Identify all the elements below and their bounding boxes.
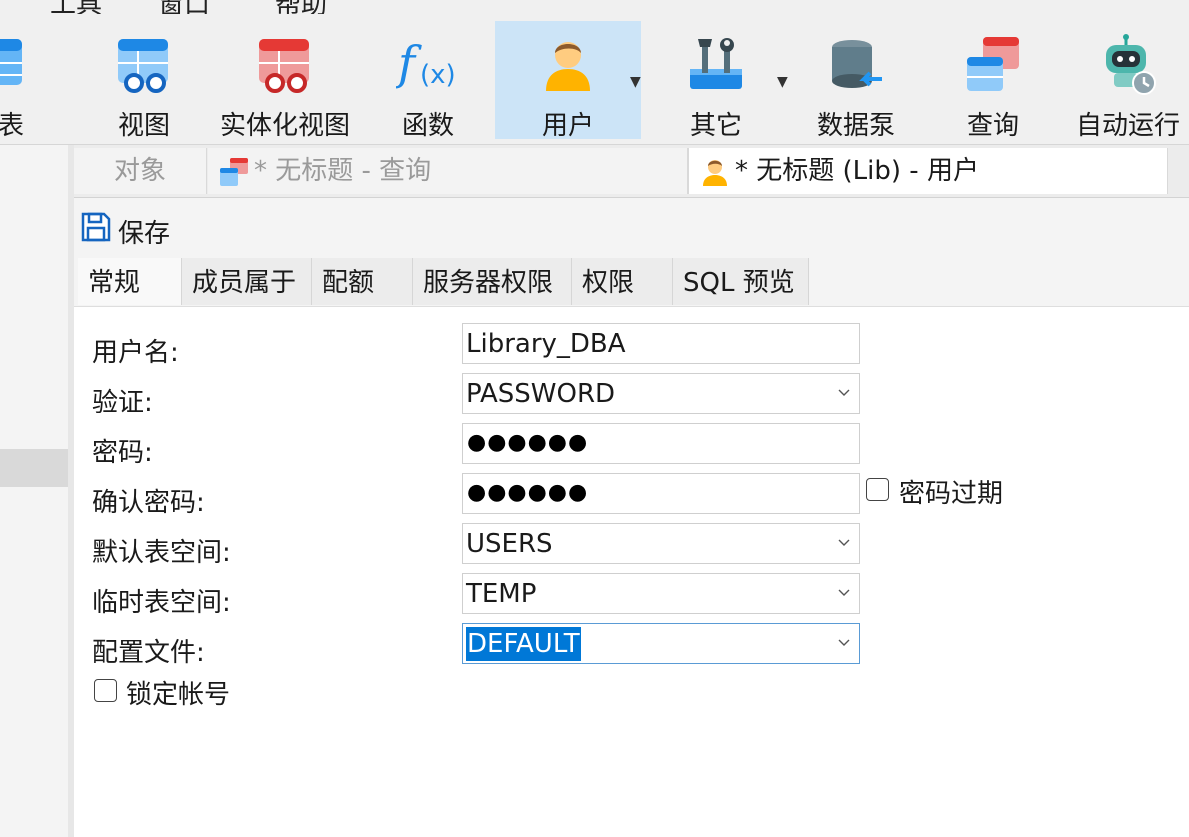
tab-privileges[interactable]: 权限 [572, 258, 673, 305]
tab-user-label: * 无标题 (Lib) - 用户 [735, 156, 979, 186]
ribbon-user-button[interactable]: 用户 [495, 21, 641, 141]
ribbon-datapump-button[interactable]: 数据泵 [806, 21, 906, 141]
query-tab-icon [220, 158, 248, 186]
auth-label: 验证: [92, 388, 153, 418]
profile-value: DEFAULT [466, 627, 581, 661]
tab-general[interactable]: 常规 [78, 258, 182, 305]
ribbon-materialized-view-button[interactable]: 实体化视图 [215, 21, 355, 141]
default-tablespace-label: 默认表空间: [92, 538, 231, 568]
temp-tablespace-label: 临时表空间: [92, 588, 231, 618]
ribbon-other-button[interactable]: 其它 [670, 21, 762, 141]
materialized-view-icon [259, 39, 309, 93]
menu-bar: 工具 窗口 帮助 [0, 0, 1189, 14]
menu-tools[interactable]: 工具 [50, 0, 102, 14]
selected-tree-item[interactable] [0, 449, 68, 487]
ribbon-view-button[interactable]: 视图 [100, 21, 188, 141]
password-label: 密码: [92, 438, 153, 468]
property-tab-bar: 常规 成员属于 配额 服务器权限 权限 SQL 预览 [74, 256, 1189, 307]
tab-server-privileges-label: 服务器权限 [423, 268, 554, 298]
auth-select[interactable]: PASSWORD [462, 373, 860, 414]
ribbon-function-label: 函数 [401, 111, 454, 141]
profile-select[interactable]: DEFAULT [462, 623, 860, 664]
default-tablespace-select[interactable]: USERS [462, 523, 860, 564]
tab-server-privileges[interactable]: 服务器权限 [413, 258, 572, 305]
tab-untitled-query[interactable]: * 无标题 - 查询 [208, 148, 688, 194]
profile-label: 配置文件: [92, 638, 205, 668]
other-dropdown-arrow[interactable]: ▼ [777, 74, 788, 90]
chevron-down-icon [838, 639, 850, 646]
svg-text:(x): (x) [420, 60, 456, 90]
password-expired-checkbox[interactable] [866, 478, 889, 501]
tools-icon [690, 38, 742, 89]
ribbon-query-label: 查询 [966, 111, 1019, 141]
query-icon [967, 37, 1019, 91]
auth-value: PASSWORD [466, 379, 616, 409]
ribbon-toolbar: 表 视图 实体化视图 f (x) 函数 用户 ▼ 其它 ▼ 数据泵 查询 自动运… [0, 14, 1189, 145]
tab-privileges-label: 权限 [582, 268, 635, 298]
ribbon-user-label: 用户 [541, 111, 594, 141]
chevron-down-icon [838, 389, 850, 396]
save-label: 保存 [118, 219, 171, 249]
ribbon-automation-label: 自动运行 [1075, 111, 1180, 141]
tab-general-label: 常规 [88, 268, 141, 298]
ribbon-materialized-view-label: 实体化视图 [219, 111, 350, 141]
default-tablespace-value: USERS [466, 529, 553, 559]
tab-objects-label: 对象 [113, 156, 166, 186]
ribbon-datapump-label: 数据泵 [816, 111, 895, 141]
lock-account-label: 锁定帐号 [126, 680, 231, 710]
user-dropdown-arrow[interactable]: ▼ [630, 74, 641, 90]
temp-tablespace-select[interactable]: TEMP [462, 573, 860, 614]
tab-member-of-label: 成员属于 [192, 268, 297, 298]
lock-account-checkbox[interactable] [94, 679, 117, 702]
tab-objects[interactable]: 对象 [74, 148, 207, 194]
confirm-password-value: ●●●●●● [467, 480, 589, 505]
ribbon-other-label: 其它 [689, 111, 742, 141]
menu-window[interactable]: 窗口 [158, 0, 210, 14]
tab-untitled-user[interactable]: * 无标题 (Lib) - 用户 [688, 148, 1168, 194]
confirm-password-label: 确认密码: [92, 488, 205, 518]
ribbon-function-button[interactable]: f (x) 函数 [380, 21, 476, 141]
password-expired-label: 密码过期 [899, 479, 1004, 509]
document-tab-bar: 对象 * 无标题 - 查询 * 无标题 (Lib) - 用户 [74, 145, 1189, 198]
tab-sql-preview[interactable]: SQL 预览 [673, 258, 809, 305]
robot-icon [1106, 34, 1156, 95]
tab-query-label: * 无标题 - 查询 [254, 156, 432, 186]
user-icon [546, 42, 590, 91]
navigation-panel[interactable] [0, 145, 68, 837]
table-icon [0, 39, 22, 85]
user-general-form: 用户名: Library_DBA 验证: PASSWORD 密码: ●●●●●●… [74, 307, 1189, 837]
tab-quota[interactable]: 配额 [312, 258, 413, 305]
chevron-down-icon [838, 539, 850, 546]
ribbon-table-label: 表 [0, 111, 25, 141]
tab-quota-label: 配额 [322, 268, 375, 298]
ribbon-query-button[interactable]: 查询 [950, 21, 1036, 141]
username-label: 用户名: [92, 338, 179, 368]
username-value: Library_DBA [466, 329, 626, 359]
svg-text:f: f [396, 36, 422, 90]
view-icon [118, 39, 168, 93]
tab-member-of[interactable]: 成员属于 [182, 258, 312, 305]
data-pump-icon [832, 40, 882, 88]
username-field[interactable]: Library_DBA [462, 323, 860, 364]
ribbon-table-button[interactable]: 表 [0, 21, 40, 141]
password-field[interactable]: ●●●●●● [462, 423, 860, 464]
function-icon: f (x) [396, 36, 456, 90]
tab-sql-preview-label: SQL 预览 [683, 268, 795, 298]
menu-help[interactable]: 帮助 [275, 0, 327, 14]
temp-tablespace-value: TEMP [466, 579, 537, 609]
editor-toolbar: 保存 [74, 198, 1189, 256]
ribbon-automation-button[interactable]: 自动运行 [1068, 21, 1188, 141]
confirm-password-field[interactable]: ●●●●●● [462, 473, 860, 514]
user-tab-icon [703, 160, 727, 186]
ribbon-view-label: 视图 [117, 111, 170, 141]
password-value: ●●●●●● [467, 430, 589, 455]
save-icon [81, 212, 111, 242]
chevron-down-icon [838, 589, 850, 596]
